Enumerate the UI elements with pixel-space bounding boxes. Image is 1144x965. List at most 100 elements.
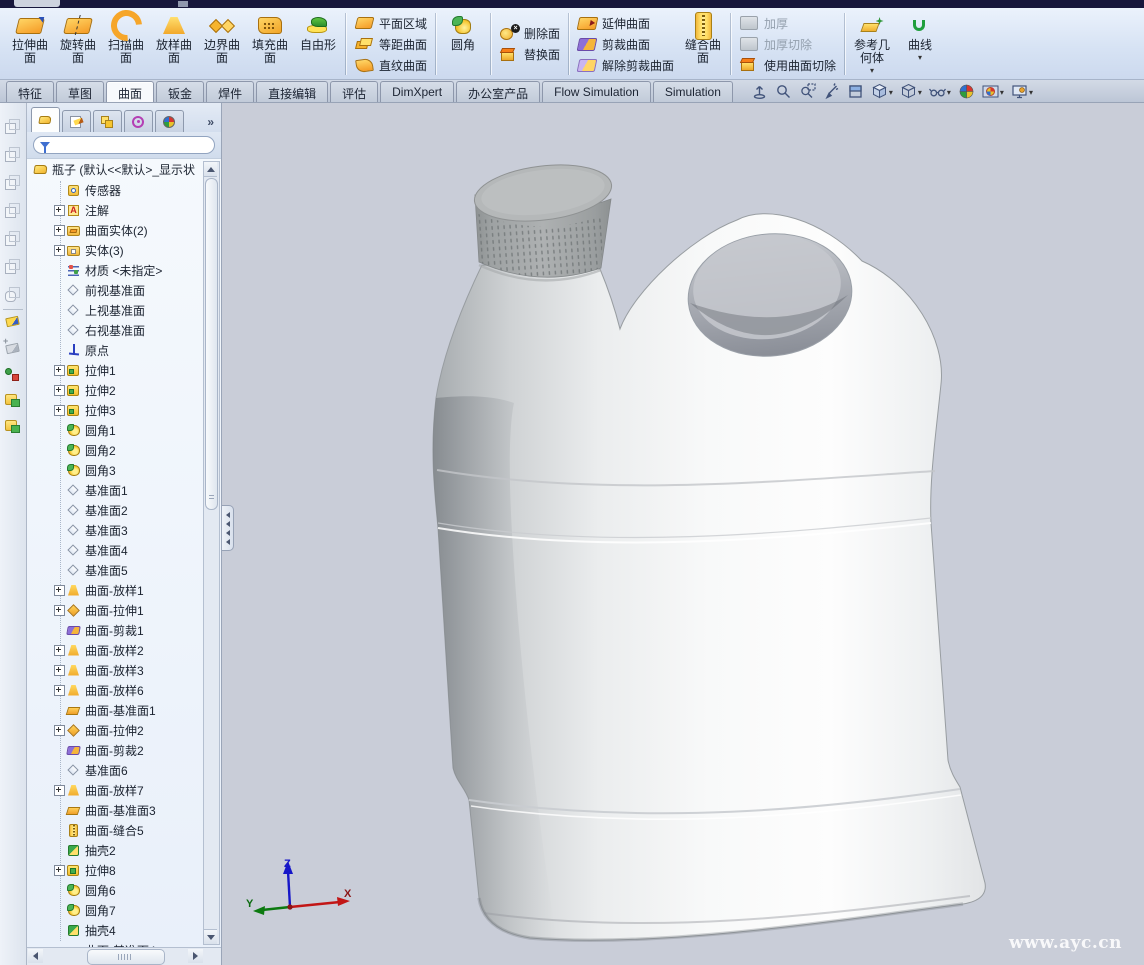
tree-item[interactable]: 基准面4 [27, 540, 221, 560]
displaymanager-tab[interactable] [155, 110, 184, 132]
extrude-surface-button[interactable]: 拉伸曲面 [6, 10, 54, 67]
tree-item[interactable]: 曲面-放样7 [27, 780, 221, 800]
knit-surface-button[interactable]: 缝合曲面 [679, 10, 727, 67]
trim-surface-button[interactable]: 剪裁曲面 [577, 35, 674, 54]
tree-item[interactable]: 曲面-拉伸2 [27, 720, 221, 740]
tab-features[interactable]: 特征 [6, 81, 54, 102]
tab-sketch[interactable]: 草图 [56, 81, 104, 102]
replace-face-button[interactable]: 替换面 [499, 45, 560, 64]
dropdown-arrow-icon[interactable]: ▾ [1029, 89, 1033, 97]
sketch-relations-icon[interactable] [4, 366, 22, 384]
tree-horizontal-scrollbar[interactable] [27, 947, 221, 965]
tree-item[interactable]: 曲面-剪裁2 [27, 740, 221, 760]
expand-toggle-icon[interactable] [54, 685, 65, 696]
tree-item[interactable]: 曲面-剪裁1 [27, 620, 221, 640]
configurationmanager-tab[interactable] [93, 110, 122, 132]
expand-toggle-icon[interactable] [54, 785, 65, 796]
viewport-canvas[interactable]: Z X Y www.ayc.cn [222, 103, 1144, 965]
tree-item[interactable]: 基准面6 [27, 760, 221, 780]
tree-item[interactable]: 曲面-放样3 [27, 660, 221, 680]
perspective-icon[interactable] [4, 286, 22, 304]
dropdown-arrow-icon[interactable]: ▾ [870, 67, 874, 75]
shaded-icon[interactable] [4, 230, 22, 248]
shadows-icon[interactable] [4, 258, 22, 276]
tab-dimxpert[interactable]: DimXpert [380, 81, 454, 102]
expand-toggle-icon[interactable] [54, 645, 65, 656]
expand-toggle-icon[interactable] [54, 385, 65, 396]
fillet-button[interactable]: 圆角 [439, 10, 487, 54]
dimxpertmanager-tab[interactable] [124, 110, 153, 132]
sketch-icon[interactable] [4, 314, 22, 332]
tab-surfaces[interactable]: 曲面 [106, 81, 154, 102]
scroll-down-button[interactable] [204, 929, 217, 944]
tree-item[interactable]: 实体(3) [27, 240, 221, 260]
tree-item[interactable]: 注解 [27, 200, 221, 220]
scroll-right-button[interactable] [188, 949, 203, 963]
ruled-surface-button[interactable]: 直纹曲面 [354, 56, 427, 75]
tab-flow-simulation[interactable]: Flow Simulation [542, 81, 651, 102]
tree-item[interactable]: 传感器 [27, 180, 221, 200]
expand-toggle-icon[interactable] [54, 245, 65, 256]
expand-toggle-icon[interactable] [54, 725, 65, 736]
tree-item[interactable]: 曲面-基准面4 [27, 940, 221, 947]
tree-item[interactable]: 曲面-放样1 [27, 580, 221, 600]
view-settings-icon[interactable]: ▾ [1011, 83, 1033, 100]
zoom-area-icon[interactable] [799, 83, 816, 100]
tab-weldments[interactable]: 焊件 [206, 81, 254, 102]
expand-toggle-icon[interactable] [54, 605, 65, 616]
tree-item[interactable]: 材质 <未指定> [27, 260, 221, 280]
tree-item[interactable]: 曲面-放样2 [27, 640, 221, 660]
boundary-surface-button[interactable]: 边界曲面 [198, 10, 246, 67]
dropdown-arrow-icon[interactable]: ▾ [918, 89, 922, 97]
edit-appearance-icon[interactable] [958, 83, 975, 100]
paste-surface-icon[interactable] [4, 418, 22, 436]
zoom-fit-icon[interactable] [775, 83, 792, 100]
tree-item[interactable]: 基准面3 [27, 520, 221, 540]
tree-item[interactable]: 拉伸3 [27, 400, 221, 420]
apply-scene-icon[interactable]: ▾ [982, 83, 1004, 100]
offset-surface-button[interactable]: 等距曲面 [354, 35, 427, 54]
tree-item[interactable]: 拉伸2 [27, 380, 221, 400]
tree-item[interactable]: 右视基准面 [27, 320, 221, 340]
tree-item[interactable]: 抽壳2 [27, 840, 221, 860]
hide-show-items-icon[interactable]: ▾ [929, 83, 951, 100]
tree-vertical-scrollbar[interactable] [203, 161, 220, 945]
expand-toggle-icon[interactable] [54, 865, 65, 876]
panel-overflow-chevron[interactable]: » [207, 115, 218, 132]
tree-item[interactable]: 圆角3 [27, 460, 221, 480]
scroll-left-button[interactable] [28, 949, 43, 963]
expand-toggle-icon[interactable] [54, 665, 65, 676]
hidden-lines-visible-icon[interactable] [4, 146, 22, 164]
tree-item[interactable]: 曲面实体(2) [27, 220, 221, 240]
untrim-surface-button[interactable]: 解除剪裁曲面 [577, 56, 674, 75]
freeform-button[interactable]: 自由形 [294, 10, 342, 54]
scrollbar-thumb[interactable] [205, 178, 218, 510]
tab-simulation[interactable]: Simulation [653, 81, 733, 102]
revolve-surface-button[interactable]: 旋转曲面 [54, 10, 102, 67]
featuremanager-tab[interactable] [31, 107, 60, 132]
reference-geometry-button[interactable]: 参考几何体 ▾ [848, 10, 896, 77]
tree-item[interactable]: 圆角7 [27, 900, 221, 920]
tree-item[interactable]: 基准面1 [27, 480, 221, 500]
tree-item[interactable]: 拉伸8 [27, 860, 221, 880]
fill-surface-button[interactable]: 填充曲面 [246, 10, 294, 67]
expand-toggle-icon[interactable] [54, 585, 65, 596]
copy-surface-icon[interactable] [4, 392, 22, 410]
hidden-lines-removed-icon[interactable] [4, 174, 22, 192]
tree-item[interactable]: 曲面-拉伸1 [27, 600, 221, 620]
3d-sketch-icon[interactable] [4, 341, 22, 359]
tab-office-products[interactable]: 办公室产品 [456, 81, 540, 102]
panel-splitter-handle[interactable] [222, 505, 234, 551]
tree-item[interactable]: 前视基准面 [27, 280, 221, 300]
propertymanager-tab[interactable] [62, 110, 91, 132]
tree-item[interactable]: 圆角6 [27, 880, 221, 900]
tree-item[interactable]: 基准面5 [27, 560, 221, 580]
tab-direct-editing[interactable]: 直接编辑 [256, 81, 328, 102]
tree-item[interactable]: 上视基准面 [27, 300, 221, 320]
section-view-icon[interactable] [847, 83, 864, 100]
display-style-icon[interactable]: ▾ [900, 83, 922, 100]
wireframe-view-icon[interactable] [4, 118, 22, 136]
loft-surface-button[interactable]: 放样曲面 [150, 10, 198, 67]
tree-filter-input[interactable] [33, 136, 215, 154]
tree-item[interactable]: 曲面-缝合5 [27, 820, 221, 840]
